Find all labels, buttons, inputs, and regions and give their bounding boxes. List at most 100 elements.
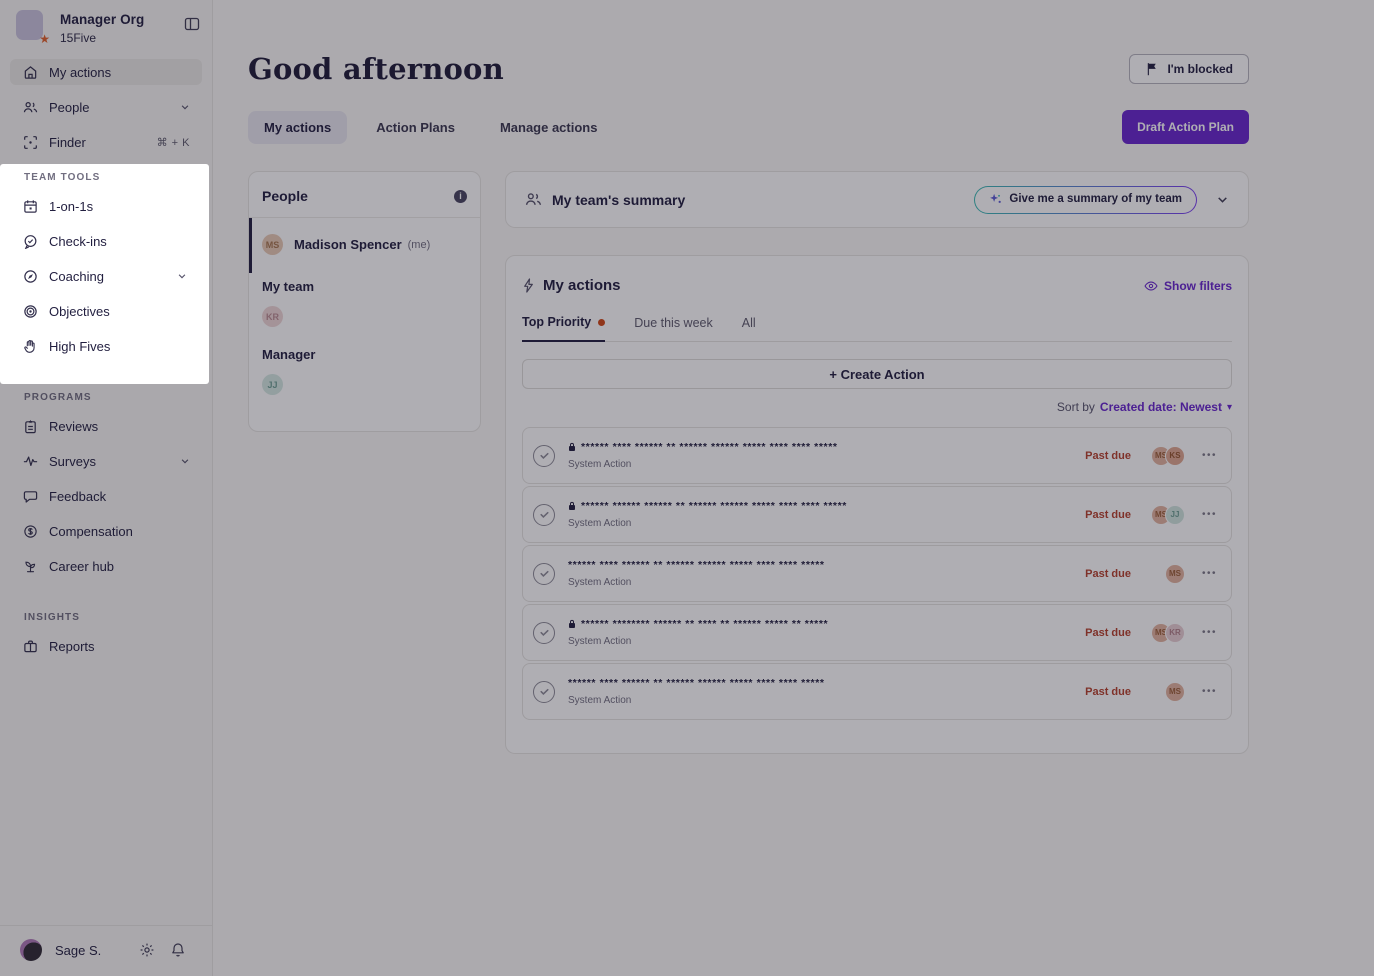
sidebar-item-compensation[interactable]: Compensation bbox=[10, 518, 202, 544]
action-title: ****** **** ****** ** ****** ****** ****… bbox=[568, 559, 825, 571]
nav-label: Surveys bbox=[49, 454, 96, 469]
speech-bubble-icon bbox=[22, 488, 38, 504]
user-avatar[interactable] bbox=[20, 939, 42, 961]
sidebar-item-feedback[interactable]: Feedback bbox=[10, 483, 202, 509]
nav-label: Feedback bbox=[49, 489, 106, 504]
my-actions-panel: My actions Show filters Top Priority bbox=[505, 255, 1249, 754]
ai-summary-button[interactable]: Give me a summary of my team bbox=[974, 186, 1197, 214]
sidebar-collapse-icon[interactable] bbox=[184, 10, 200, 32]
page-title: Good afternoon bbox=[248, 52, 504, 86]
calendar-icon bbox=[22, 198, 38, 214]
sidebar-item-my-actions[interactable]: My actions bbox=[10, 59, 202, 85]
people-panel: People i MS Madison Spencer (me) My team… bbox=[248, 171, 481, 432]
lock-icon bbox=[568, 501, 576, 511]
avatar[interactable]: JJ bbox=[262, 374, 283, 395]
row-menu-ellipsis[interactable]: ••• bbox=[1202, 627, 1217, 638]
nav-label: 1-on-1s bbox=[49, 199, 93, 214]
org-avatar[interactable]: ★ bbox=[16, 10, 43, 40]
due-badge: Past due bbox=[1085, 686, 1131, 698]
sidebar-item-coaching[interactable]: Coaching bbox=[10, 263, 199, 289]
sidebar-nav: My actions People Finder ⌘ + K bbox=[0, 51, 212, 155]
chevron-down-icon[interactable] bbox=[1216, 193, 1229, 206]
nav-label: Reports bbox=[49, 639, 95, 654]
complete-checkbox[interactable] bbox=[533, 622, 555, 644]
section-title: PROGRAMS bbox=[24, 392, 212, 403]
sparkle-icon bbox=[989, 193, 1002, 206]
chevron-down-icon bbox=[177, 271, 187, 281]
row-menu-ellipsis[interactable]: ••• bbox=[1202, 509, 1217, 520]
due-badge: Past due bbox=[1085, 627, 1131, 639]
show-filters-link[interactable]: Show filters bbox=[1144, 279, 1232, 293]
complete-checkbox[interactable] bbox=[533, 563, 555, 585]
person-row-me[interactable]: MS Madison Spencer (me) bbox=[249, 218, 480, 273]
gear-icon[interactable] bbox=[139, 942, 155, 958]
team-summary-title: My team's summary bbox=[552, 192, 974, 208]
chevron-down-icon bbox=[180, 456, 190, 466]
im-blocked-button[interactable]: I'm blocked bbox=[1129, 54, 1249, 84]
group-label-my-team: My team bbox=[249, 273, 480, 304]
sidebar-item-finder[interactable]: Finder ⌘ + K bbox=[10, 129, 202, 155]
tab-top-priority[interactable]: Top Priority bbox=[522, 315, 605, 342]
home-icon bbox=[22, 64, 38, 80]
bell-icon[interactable] bbox=[170, 942, 186, 958]
nav-label: My actions bbox=[49, 65, 111, 80]
lock-icon bbox=[568, 619, 576, 629]
star-badge-icon: ★ bbox=[39, 33, 50, 45]
avatar[interactable]: KR bbox=[262, 306, 283, 327]
sort-dropdown[interactable]: Created date: Newest bbox=[1100, 400, 1222, 414]
nav-label: High Fives bbox=[49, 339, 110, 354]
due-badge: Past due bbox=[1085, 568, 1131, 580]
people-icon bbox=[525, 191, 542, 208]
sidebar-item-1-on-1s[interactable]: 1-on-1s bbox=[10, 193, 199, 219]
draft-action-plan-button[interactable]: Draft Action Plan bbox=[1122, 110, 1249, 144]
row-menu-ellipsis[interactable]: ••• bbox=[1202, 568, 1217, 579]
briefcase-icon bbox=[22, 638, 38, 654]
person-name: Madison Spencer bbox=[294, 237, 402, 252]
check-in-bubble-icon bbox=[22, 233, 38, 249]
action-title: ****** **** ****** ** ****** ****** ****… bbox=[581, 441, 838, 453]
people-panel-title: People bbox=[262, 188, 308, 204]
row-menu-ellipsis[interactable]: ••• bbox=[1202, 450, 1217, 461]
sprout-icon bbox=[22, 558, 38, 574]
sidebar-item-reports[interactable]: Reports bbox=[10, 633, 202, 659]
action-subtitle: System Action bbox=[568, 636, 1085, 647]
dollar-circle-icon bbox=[22, 523, 38, 539]
sidebar-item-people[interactable]: People bbox=[10, 94, 202, 120]
tab-my-actions[interactable]: My actions bbox=[248, 111, 347, 144]
row-menu-ellipsis[interactable]: ••• bbox=[1202, 686, 1217, 697]
action-row[interactable]: ****** **** ****** ** ****** ****** ****… bbox=[522, 663, 1232, 720]
nav-label: Finder bbox=[49, 135, 86, 150]
nav-label: People bbox=[49, 100, 89, 115]
sidebar-item-objectives[interactable]: Objectives bbox=[10, 298, 199, 324]
sidebar-item-surveys[interactable]: Surveys bbox=[10, 448, 202, 474]
avatar: MS bbox=[1165, 682, 1185, 702]
create-action-button[interactable]: + Create Action bbox=[522, 359, 1232, 389]
tab-due-this-week[interactable]: Due this week bbox=[634, 315, 713, 341]
avatar: MS bbox=[262, 234, 283, 255]
action-row[interactable]: ****** ****** ****** ** ****** ****** **… bbox=[522, 486, 1232, 543]
sidebar-item-high-fives[interactable]: High Fives bbox=[10, 333, 199, 359]
tab-action-plans[interactable]: Action Plans bbox=[360, 111, 471, 144]
complete-checkbox[interactable] bbox=[533, 504, 555, 526]
action-subtitle: System Action bbox=[568, 518, 1085, 529]
action-subtitle: System Action bbox=[568, 577, 1085, 588]
action-row[interactable]: ****** ******** ****** ** **** ** ******… bbox=[522, 604, 1232, 661]
complete-checkbox[interactable] bbox=[533, 445, 555, 467]
target-icon bbox=[22, 303, 38, 319]
finder-shortcut: ⌘ + K bbox=[157, 136, 190, 149]
action-row[interactable]: ****** **** ****** ** ****** ****** ****… bbox=[522, 545, 1232, 602]
eye-icon bbox=[1144, 280, 1158, 292]
action-row[interactable]: ****** **** ****** ** ****** ****** ****… bbox=[522, 427, 1232, 484]
sidebar-item-check-ins[interactable]: Check-ins bbox=[10, 228, 199, 254]
sidebar-item-career-hub[interactable]: Career hub bbox=[10, 553, 202, 579]
complete-checkbox[interactable] bbox=[533, 681, 555, 703]
bolt-icon bbox=[522, 278, 535, 293]
sidebar-item-reviews[interactable]: Reviews bbox=[10, 413, 202, 439]
tab-all[interactable]: All bbox=[742, 315, 756, 341]
insights-section: INSIGHTS Reports bbox=[0, 604, 212, 684]
user-name[interactable]: Sage S. bbox=[55, 943, 124, 958]
team-tools-section: TEAM TOOLS 1-on-1s Check-ins Coaching bbox=[0, 164, 209, 384]
clipboard-star-icon bbox=[22, 418, 38, 434]
tab-manage-actions[interactable]: Manage actions bbox=[484, 111, 614, 144]
info-icon[interactable]: i bbox=[454, 190, 467, 203]
